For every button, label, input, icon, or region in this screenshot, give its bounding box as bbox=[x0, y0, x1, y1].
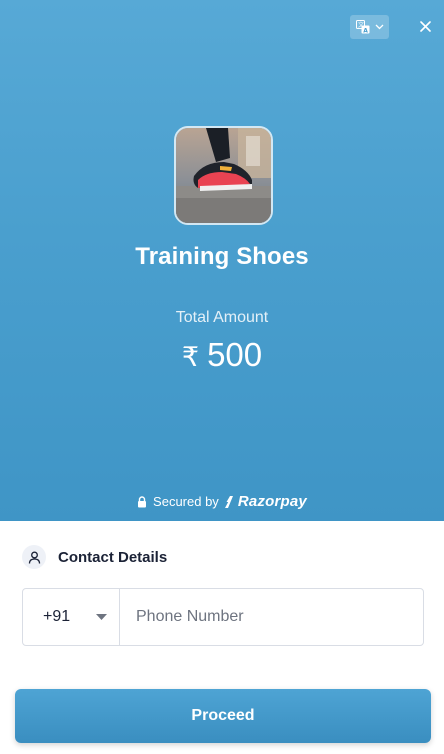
razorpay-logo: Razorpay bbox=[224, 493, 307, 510]
close-icon bbox=[419, 20, 431, 32]
translate-icon: 文 A bbox=[355, 20, 369, 34]
lock-icon bbox=[138, 495, 147, 507]
product-image bbox=[174, 126, 273, 225]
chevron-down-icon bbox=[375, 24, 383, 30]
currency-symbol: ₹ bbox=[181, 342, 200, 372]
total-amount: ₹ 500 bbox=[0, 336, 444, 374]
razorpay-mark-icon bbox=[224, 495, 233, 508]
phone-input-group: +91 bbox=[22, 588, 424, 646]
svg-text:A: A bbox=[363, 27, 368, 34]
secured-by-label: Secured by bbox=[153, 494, 219, 509]
contact-details-title: Contact Details bbox=[58, 548, 168, 566]
product-title: Training Shoes bbox=[135, 243, 309, 270]
user-icon bbox=[28, 551, 40, 564]
phone-number-input[interactable] bbox=[120, 589, 423, 645]
contact-details-heading: Contact Details bbox=[22, 545, 167, 569]
country-code-value: +91 bbox=[43, 608, 71, 625]
close-button[interactable] bbox=[414, 15, 436, 37]
amount-value: 500 bbox=[207, 336, 263, 373]
checkout-header: 文 A Training Shoes Total Amount ₹ 500 Se… bbox=[0, 0, 444, 521]
user-icon-badge bbox=[22, 545, 46, 569]
proceed-button[interactable]: Proceed bbox=[15, 689, 431, 743]
razorpay-wordmark: Razorpay bbox=[237, 493, 307, 510]
language-selector[interactable]: 文 A bbox=[350, 15, 389, 39]
caret-down-icon bbox=[96, 614, 107, 620]
country-code-select[interactable]: +91 bbox=[23, 589, 120, 645]
amount-label: Total Amount bbox=[175, 309, 269, 326]
secured-by-badge: Secured by Razorpay bbox=[0, 493, 444, 510]
